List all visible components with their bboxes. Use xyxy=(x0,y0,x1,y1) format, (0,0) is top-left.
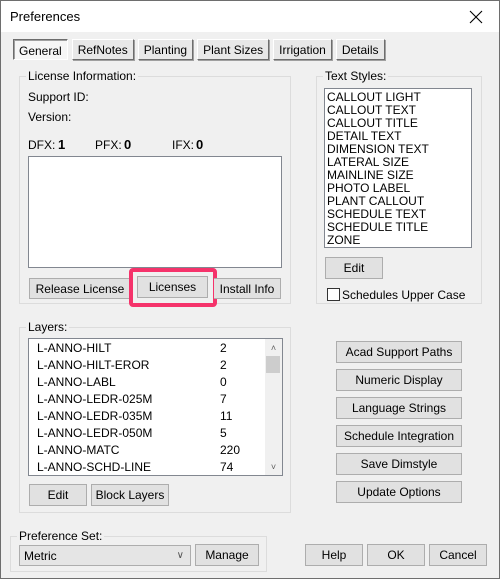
layers-scrollbar[interactable]: ˄ ˅ xyxy=(265,339,282,475)
text-style-edit-button[interactable]: Edit xyxy=(325,257,383,279)
preference-set-value: Metric xyxy=(24,548,57,563)
support-id-label: Support ID: xyxy=(28,90,89,104)
text-styles-label: Text Styles: xyxy=(323,69,389,83)
preference-set-label: Preference Set: xyxy=(17,529,105,543)
text-style-item[interactable]: ZONE xyxy=(325,234,471,247)
schedules-upper-case-label[interactable]: Schedules Upper Case xyxy=(342,288,465,302)
ok-button[interactable]: OK xyxy=(367,544,425,566)
tab-details[interactable]: Details xyxy=(335,39,385,60)
block-layers-button[interactable]: Block Layers xyxy=(91,484,169,506)
tab-general[interactable]: General xyxy=(13,39,68,60)
layer-count: 7 xyxy=(220,392,227,406)
save-dimstyle-button[interactable]: Save Dimstyle xyxy=(336,453,462,475)
layer-name: L-ANNO-SCHD-LINE xyxy=(37,460,152,474)
schedules-upper-case-checkbox[interactable] xyxy=(327,288,340,301)
tab-bar: General RefNotes Planting Plant Sizes Ir… xyxy=(13,39,389,61)
layers-edit-button[interactable]: Edit xyxy=(29,484,87,506)
scroll-up-icon[interactable]: ˄ xyxy=(265,339,282,356)
licenses-button[interactable]: Licenses xyxy=(137,276,208,298)
layer-count: 220 xyxy=(220,443,241,457)
tab-plant-sizes[interactable]: Plant Sizes xyxy=(197,39,270,60)
layer-count: 5 xyxy=(220,426,227,440)
scroll-down-icon[interactable]: ˅ xyxy=(265,458,282,475)
manage-button[interactable]: Manage xyxy=(195,544,259,566)
dfx-label: DFX: xyxy=(28,138,56,152)
dfx-value: 1 xyxy=(58,137,66,152)
scroll-thumb[interactable] xyxy=(266,356,280,373)
install-info-button[interactable]: Install Info xyxy=(214,278,281,299)
layer-name: L-ANNO-HILT xyxy=(37,341,112,355)
layer-row[interactable]: L-ANNO-MATC 220 xyxy=(29,441,282,458)
layer-count: 74 xyxy=(220,460,234,474)
acad-support-paths-button[interactable]: Acad Support Paths xyxy=(336,341,462,363)
tab-refnotes[interactable]: RefNotes xyxy=(71,39,134,60)
layer-row[interactable]: L-ANNO-HILT-EROR 2 xyxy=(29,356,282,373)
schedule-integration-button[interactable]: Schedule Integration xyxy=(336,425,462,447)
layer-row[interactable]: L-ANNO-LEDR-025M 7 xyxy=(29,390,282,407)
help-button[interactable]: Help xyxy=(305,544,363,566)
title-bar: Preferences xyxy=(1,1,499,32)
layer-count: 11 xyxy=(220,409,233,423)
pfx-value: 0 xyxy=(124,137,132,152)
license-list[interactable] xyxy=(28,156,282,268)
tab-planting[interactable]: Planting xyxy=(137,39,194,60)
layers-label: Layers: xyxy=(26,320,70,334)
close-icon xyxy=(469,10,483,23)
layer-row[interactable]: L-ANNO-SCHD-LINE 74 xyxy=(29,458,282,475)
license-info-label: License Information: xyxy=(26,69,139,83)
ifx-label: IFX: xyxy=(172,138,195,152)
layer-count: 2 xyxy=(220,358,227,372)
layer-count: 0 xyxy=(220,375,227,389)
dialog-title: Preferences xyxy=(10,9,81,24)
update-options-button[interactable]: Update Options xyxy=(336,481,462,503)
close-button[interactable] xyxy=(453,1,499,32)
layer-name: L-ANNO-LABL xyxy=(37,375,116,389)
release-license-button[interactable]: Release License xyxy=(29,278,131,299)
layer-name: L-ANNO-LEDR-035M xyxy=(37,409,153,423)
layer-name: L-ANNO-HILT-EROR xyxy=(37,358,150,372)
chevron-down-icon: ∨ xyxy=(176,550,184,561)
pfx-label: PFX: xyxy=(95,138,122,152)
layer-name: L-ANNO-LEDR-050M xyxy=(37,426,153,440)
layer-row[interactable]: L-ANNO-LABL 0 xyxy=(29,373,282,390)
version-label: Version: xyxy=(28,110,72,124)
tab-irrigation[interactable]: Irrigation xyxy=(273,39,332,60)
language-strings-button[interactable]: Language Strings xyxy=(336,397,462,419)
layer-count: 2 xyxy=(220,341,227,355)
cancel-button[interactable]: Cancel xyxy=(429,544,487,566)
numeric-display-button[interactable]: Numeric Display xyxy=(336,369,462,391)
layer-row[interactable]: L-ANNO-LEDR-035M 11 xyxy=(29,407,282,424)
layer-row[interactable]: L-ANNO-LEDR-050M 5 xyxy=(29,424,282,441)
preference-set-select[interactable]: Metric ∨ xyxy=(19,545,191,566)
ifx-value: 0 xyxy=(196,137,204,152)
layer-row[interactable]: L-ANNO-HILT 2 xyxy=(29,339,282,356)
text-styles-list[interactable]: CALLOUT LIGHT CALLOUT TEXT CALLOUT TITLE… xyxy=(324,88,472,248)
layers-list[interactable]: L-ANNO-HILT 2 L-ANNO-HILT-EROR 2 L-ANNO-LA… xyxy=(28,338,283,476)
layer-name: L-ANNO-LEDR-025M xyxy=(37,392,153,406)
layer-name: L-ANNO-MATC xyxy=(37,443,120,457)
preferences-dialog: Preferences General RefNotes Planting Pl… xyxy=(0,0,500,579)
